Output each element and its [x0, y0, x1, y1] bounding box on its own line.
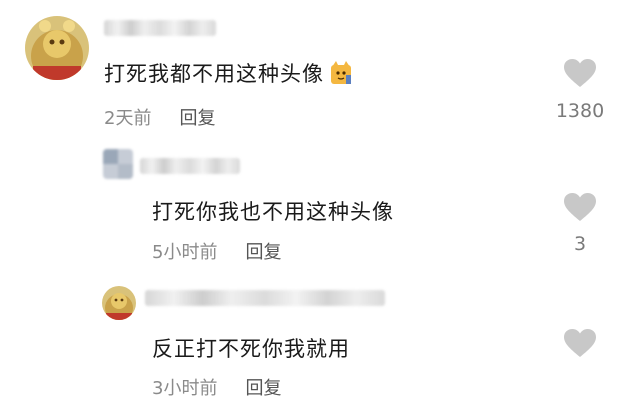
avatar[interactable] — [103, 149, 133, 179]
like-count: 1380 — [555, 100, 605, 122]
reply-button[interactable]: 回复 — [245, 242, 281, 263]
comment-meta: 5小时前 回复 — [152, 238, 281, 264]
username[interactable] — [140, 158, 240, 174]
heart-icon[interactable] — [563, 192, 597, 222]
avatar[interactable] — [102, 286, 136, 320]
comment-time: 3小时前 — [152, 378, 218, 399]
comment-meta: 3小时前 回复 — [152, 374, 281, 400]
comment-time: 5小时前 — [152, 242, 218, 263]
comment-text: 打死你我也不用这种头像 — [152, 196, 394, 226]
comment-body: 反正打不死你我就用 — [152, 337, 350, 361]
reply-button[interactable]: 回复 — [179, 108, 215, 129]
heart-icon[interactable] — [563, 328, 597, 358]
username[interactable] — [145, 290, 385, 306]
comment-text: 打死我都不用这种头像 — [104, 58, 352, 88]
comment-time: 2天前 — [104, 108, 152, 129]
heart-icon[interactable] — [563, 58, 597, 88]
avatar[interactable] — [25, 16, 89, 80]
comment-text: 反正打不死你我就用 — [152, 333, 350, 363]
username[interactable] — [104, 20, 216, 36]
comment-body: 打死你我也不用这种头像 — [152, 200, 394, 224]
cat-emoji-icon — [330, 61, 352, 85]
comment-body: 打死我都不用这种头像 — [104, 62, 324, 86]
like-count: 3 — [573, 233, 587, 255]
comment-meta: 2天前 回复 — [104, 104, 215, 130]
reply-button[interactable]: 回复 — [245, 378, 281, 399]
